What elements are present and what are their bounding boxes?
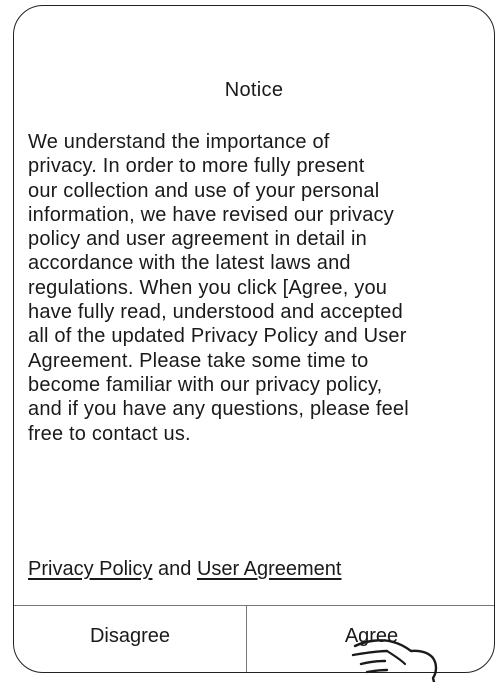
links-connector-text: and [152,558,197,580]
dialog-title: Notice [224,79,284,101]
notice-body-text: We understand the importance of privacy.… [28,131,409,445]
pointing-hand-icon [351,639,438,682]
user-agreement-link[interactable]: User Agreement [197,558,342,580]
agreement-links: Privacy Policy and User Agreement [28,558,341,581]
privacy-notice-dialog: Notice We understand the importance of p… [13,5,495,673]
disagree-button[interactable]: Disagree [14,606,246,672]
privacy-policy-link[interactable]: Privacy Policy [28,558,152,580]
